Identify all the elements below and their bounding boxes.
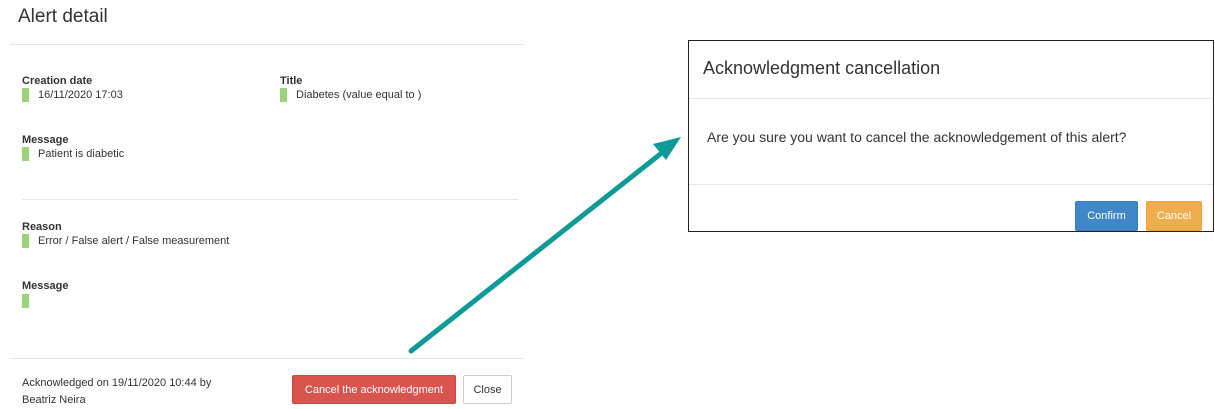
creation-date-value: 16/11/2020 17:03 <box>22 88 123 102</box>
divider <box>22 199 518 200</box>
acknowledged-line1: Acknowledged on 19/11/2020 10:44 by <box>22 377 212 389</box>
acknowledged-info: Acknowledged on 19/11/2020 10:44 by Beat… <box>22 375 211 409</box>
divider <box>689 184 1213 185</box>
creation-date-text: 16/11/2020 17:03 <box>38 89 123 101</box>
cancel-button[interactable]: Cancel <box>1146 201 1202 231</box>
creation-date-label: Creation date <box>22 75 93 87</box>
reason-text: Error / False alert / False measurement <box>38 235 230 247</box>
message-value: Patient is diabetic <box>22 147 124 161</box>
field-marker <box>22 147 29 161</box>
reason-value: Error / False alert / False measurement <box>22 234 229 248</box>
acknowledged-by: Beatriz Neira <box>22 394 86 406</box>
field-marker <box>22 234 29 248</box>
footer-divider <box>10 358 524 359</box>
dialog-message: Are you sure you want to cancel the ackn… <box>707 129 1127 145</box>
reason-label: Reason <box>22 221 62 233</box>
dialog-title: Acknowledgment cancellation <box>703 58 941 78</box>
field-marker <box>22 294 29 308</box>
divider <box>10 44 524 45</box>
field-marker <box>280 88 287 102</box>
title-text: Diabetes (value equal to ) <box>296 89 422 101</box>
title-value: Diabetes (value equal to ) <box>280 88 421 102</box>
title-label: Title <box>280 75 303 87</box>
arrow-head <box>653 137 681 160</box>
confirm-button[interactable]: Confirm <box>1075 201 1138 231</box>
divider <box>689 98 1213 99</box>
cancel-acknowledgment-button[interactable]: Cancel the acknowledgment <box>292 375 456 404</box>
message-label: Message <box>22 134 69 146</box>
close-button[interactable]: Close <box>463 375 512 404</box>
message-text: Patient is diabetic <box>38 148 125 160</box>
message2-value <box>22 294 38 308</box>
page-title: Alert detail <box>18 6 108 27</box>
message2-label: Message <box>22 280 69 292</box>
field-marker <box>22 88 29 102</box>
alert-detail-panel: Alert detail Creation date 16/11/2020 17… <box>0 0 524 407</box>
acknowledgment-cancellation-dialog: Acknowledgment cancellation Are you sure… <box>688 40 1214 232</box>
